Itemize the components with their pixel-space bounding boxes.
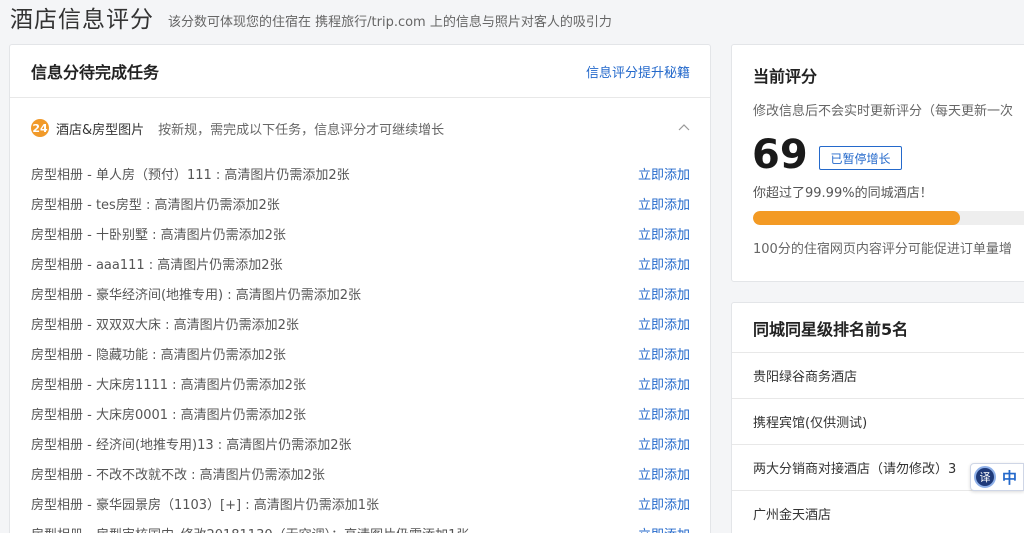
task-group-header[interactable]: 24 酒店&房型图片 按新规，需完成以下任务，信息评分才可继续增长	[10, 98, 710, 158]
task-row: 房型相册 - 单人房（预付）111 : 高清图片仍需添加2张 立即添加	[10, 158, 710, 188]
ranking-title: 同城同星级排名前5名	[753, 319, 909, 339]
ranking-hotel-item[interactable]: 广州金天酒店	[732, 491, 1024, 533]
score-tips-link[interactable]: 信息评分提升秘籍	[586, 62, 690, 81]
task-group-description: 按新规，需完成以下任务，信息评分才可继续增长	[158, 122, 445, 138]
pending-tasks-header: 信息分待完成任务 信息评分提升秘籍	[10, 45, 710, 98]
task-list: 房型相册 - 单人房（预付）111 : 高清图片仍需添加2张 立即添加 房型相册 -…	[10, 158, 710, 533]
ranking-hotel-item[interactable]: 携程宾馆(仅供测试)	[732, 399, 1024, 445]
current-score-card: 当前评分 修改信息后不会实时更新评分（每天更新一次 69 已暂停增长 你超过了9…	[731, 44, 1024, 282]
task-text: 房型相册 - tes房型 : 高清图片仍需添加2张	[31, 197, 280, 213]
task-row: 房型相册 - 隐藏功能 : 高清图片仍需添加2张 立即添加	[10, 338, 710, 368]
task-row: 房型相册 - aaa111 : 高清图片仍需添加2张 立即添加	[10, 248, 710, 278]
rank-percentile-text: 你超过了99.99%的同城酒店！	[753, 186, 933, 201]
pending-tasks-title: 信息分待完成任务	[31, 63, 160, 82]
task-group-title: 酒店&房型图片	[56, 122, 145, 138]
chevron-up-icon[interactable]	[678, 122, 690, 134]
add-now-link[interactable]: 立即添加	[638, 314, 690, 333]
add-now-link[interactable]: 立即添加	[638, 344, 690, 363]
add-now-link[interactable]: 立即添加	[638, 164, 690, 183]
ranking-hotel-item[interactable]: 贵阳绿谷商务酒店	[732, 353, 1024, 399]
task-text: 房型相册 - 十卧别墅 : 高清图片仍需添加2张	[31, 227, 286, 243]
task-row: 房型相册 - 房型审核国内_修改20181130（无空调）：高清图片仍需添加1张…	[10, 518, 710, 533]
task-row: 房型相册 - 豪华经济间(地推专用) : 高清图片仍需添加2张 立即添加	[10, 278, 710, 308]
add-now-link[interactable]: 立即添加	[638, 254, 690, 273]
task-row: 房型相册 - 豪华园景房（1103）[+] : 高清图片仍需添加1张 立即添加	[10, 488, 710, 518]
page-subtitle: 该分数可体现您的住宿在 携程旅行/trip.com 上的信息与照片对客人的吸引力	[168, 14, 612, 30]
add-now-link[interactable]: 立即添加	[638, 464, 690, 483]
task-text: 房型相册 - 双双双大床 : 高清图片仍需添加2张	[31, 317, 299, 333]
add-now-link[interactable]: 立即添加	[638, 404, 690, 423]
add-now-link[interactable]: 立即添加	[638, 494, 690, 513]
score-promo-text: 100分的住宿网页内容评分可能促进订单量增	[753, 242, 1012, 257]
add-now-link[interactable]: 立即添加	[638, 224, 690, 243]
task-text: 房型相册 - 豪华经济间(地推专用) : 高清图片仍需添加2张	[31, 287, 362, 303]
page-header: 酒店信息评分 该分数可体现您的住宿在 携程旅行/trip.com 上的信息与照片…	[10, 0, 612, 34]
translate-language-label: 中	[1002, 468, 1018, 487]
score-progress-bar	[753, 211, 1024, 225]
task-row: 房型相册 - 不改不改就不改 : 高清图片仍需添加2张 立即添加	[10, 458, 710, 488]
task-text: 房型相册 - 单人房（预付）111 : 高清图片仍需添加2张	[31, 167, 350, 183]
task-text: 房型相册 - 大床房1111 : 高清图片仍需添加2张	[31, 377, 306, 393]
growth-paused-button[interactable]: 已暂停增长	[819, 146, 902, 170]
task-text: 房型相册 - aaa111 : 高清图片仍需添加2张	[31, 257, 283, 273]
current-score-title: 当前评分	[753, 67, 818, 86]
task-row: 房型相册 - 大床房1111 : 高清图片仍需添加2张 立即添加	[10, 368, 710, 398]
task-row: 房型相册 - 十卧别墅 : 高清图片仍需添加2张 立即添加	[10, 218, 710, 248]
task-row: 房型相册 - tes房型 : 高清图片仍需添加2张 立即添加	[10, 188, 710, 218]
translate-widget[interactable]: 译 中	[970, 463, 1024, 491]
pending-tasks-card: 信息分待完成任务 信息评分提升秘籍 24 酒店&房型图片 按新规，需完成以下任务…	[9, 44, 711, 533]
task-text: 房型相册 - 不改不改就不改 : 高清图片仍需添加2张	[31, 467, 325, 483]
ranking-list: 贵阳绿谷商务酒店 携程宾馆(仅供测试) 两大分销商对接酒店（请勿修改）3 广州金天酒店	[732, 353, 1024, 533]
add-now-link[interactable]: 立即添加	[638, 434, 690, 453]
task-text: 房型相册 - 豪华园景房（1103）[+] : 高清图片仍需添加1张	[31, 497, 379, 513]
task-text: 房型相册 - 隐藏功能 : 高清图片仍需添加2张	[31, 347, 286, 363]
task-row: 房型相册 - 大床房0001 : 高清图片仍需添加2张 立即添加	[10, 398, 710, 428]
ranking-card: 同城同星级排名前5名 贵阳绿谷商务酒店 携程宾馆(仅供测试) 两大分销商对接酒店（请…	[731, 302, 1024, 533]
task-text: 房型相册 - 大床房0001 : 高清图片仍需添加2张	[31, 407, 306, 423]
score-value: 69	[752, 132, 808, 178]
ranking-header: 同城同星级排名前5名	[732, 303, 1024, 353]
add-now-link[interactable]: 立即添加	[638, 194, 690, 213]
task-text: 房型相册 - 经济间(地推专用)13 : 高清图片仍需添加2张	[31, 437, 352, 453]
score-update-note: 修改信息后不会实时更新评分（每天更新一次	[753, 104, 1014, 119]
task-row: 房型相册 - 经济间(地推专用)13 : 高清图片仍需添加2张 立即添加	[10, 428, 710, 458]
task-row: 房型相册 - 双双双大床 : 高清图片仍需添加2张 立即添加	[10, 308, 710, 338]
score-progress-fill	[753, 211, 960, 225]
translate-icon: 译	[974, 466, 996, 488]
page: 酒店信息评分 该分数可体现您的住宿在 携程旅行/trip.com 上的信息与照片…	[0, 0, 1024, 533]
task-text: 房型相册 - 房型审核国内_修改20181130（无空调）：高清图片仍需添加1张	[31, 524, 469, 533]
task-count-badge: 24	[31, 119, 49, 137]
add-now-link[interactable]: 立即添加	[638, 284, 690, 303]
add-now-link[interactable]: 立即添加	[638, 374, 690, 393]
add-now-link[interactable]: 立即添加	[638, 524, 690, 533]
page-title: 酒店信息评分	[10, 7, 154, 33]
